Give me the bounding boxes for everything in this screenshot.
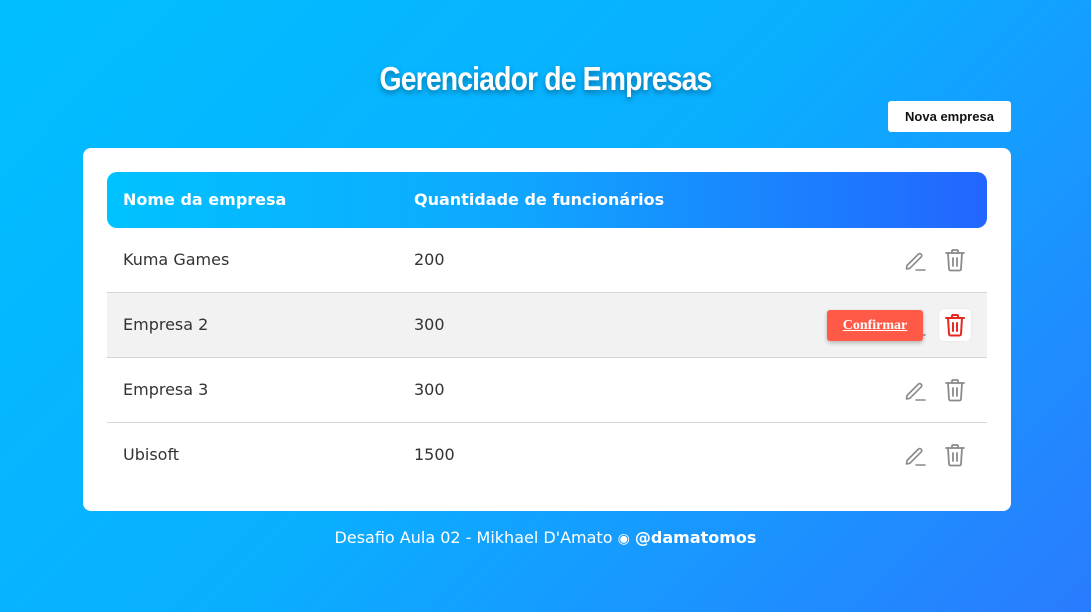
delete-button[interactable] bbox=[939, 374, 971, 406]
trash-icon bbox=[945, 314, 965, 337]
employee-count: 300 bbox=[414, 315, 445, 334]
page-title: Gerenciador de Empresas bbox=[379, 60, 713, 98]
author-handle-link[interactable]: @damatomos bbox=[635, 528, 757, 547]
delete-button[interactable] bbox=[939, 309, 971, 341]
column-header-quantity: Quantidade de funcionários bbox=[414, 190, 665, 209]
employee-count: 300 bbox=[414, 380, 445, 399]
company-name: Kuma Games bbox=[123, 250, 230, 269]
table-row: Ubisoft 1500 bbox=[107, 423, 987, 487]
table-row: Empresa 2 300 Confirmar bbox=[107, 293, 987, 358]
companies-card: Nome da empresa Quantidade de funcionári… bbox=[83, 148, 1011, 511]
employee-count: 200 bbox=[414, 250, 445, 269]
company-name: Empresa 3 bbox=[123, 380, 209, 399]
employee-count: 1500 bbox=[414, 445, 455, 464]
delete-button[interactable] bbox=[939, 244, 971, 276]
edit-button[interactable] bbox=[899, 374, 931, 406]
trash-icon bbox=[945, 379, 965, 402]
table-row: Kuma Games 200 bbox=[107, 228, 987, 293]
delete-button[interactable] bbox=[939, 439, 971, 471]
edit-button[interactable] bbox=[899, 439, 931, 471]
table-header: Nome da empresa Quantidade de funcionári… bbox=[107, 172, 987, 228]
footer: Desafio Aula 02 - Mikhael D'Amato ◉ @dam… bbox=[0, 528, 1091, 547]
column-header-name: Nome da empresa bbox=[123, 190, 287, 209]
pencil-icon bbox=[905, 252, 926, 271]
pencil-icon bbox=[905, 382, 926, 401]
trash-icon bbox=[945, 249, 965, 272]
company-name: Ubisoft bbox=[123, 445, 180, 464]
new-company-button[interactable]: Nova empresa bbox=[888, 101, 1011, 132]
table-row: Empresa 3 300 bbox=[107, 358, 987, 423]
separator-icon: ◉ bbox=[617, 531, 630, 547]
confirm-delete-button[interactable]: Confirmar bbox=[827, 310, 923, 341]
pencil-icon bbox=[905, 447, 926, 466]
footer-text: Desafio Aula 02 - Mikhael D'Amato bbox=[334, 528, 613, 547]
company-name: Empresa 2 bbox=[123, 315, 209, 334]
trash-icon bbox=[945, 444, 965, 467]
edit-button[interactable] bbox=[899, 244, 931, 276]
